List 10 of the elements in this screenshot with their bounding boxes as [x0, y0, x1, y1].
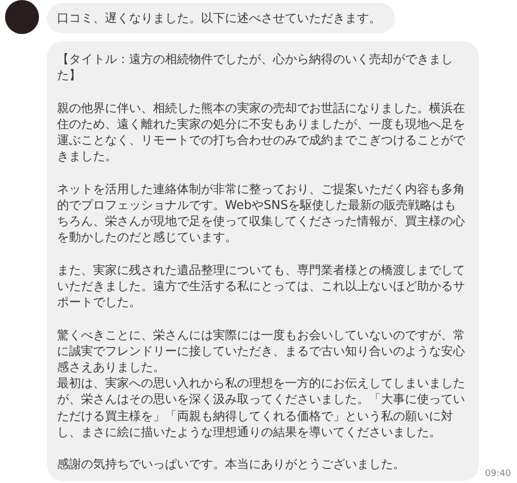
message-text: 【タイトル：遠方の相続物件でしたが、心から納得のいく売却ができました】 — [57, 51, 454, 84]
timestamp: 09:40 — [485, 469, 511, 480]
message-text: 最初は、実家への思い入れから私の理想を一方的にお伝えしてしまいましたが、栄さんはその思いを深く汲み取ってくださいました。「大事に使っていただける買主様を」「両親も納得してくれる価格で」という私の願いに対し、まさに絵に描いたような理想通りの結果を導いてくださいました。 — [57, 375, 466, 440]
message-text: 驚くべきことに、栄さんには実際には一度もお会いしていないのですが、常に誠実でフレンドリーに接していただき、まるで古い知り合いのような安心感さえありました。 — [57, 326, 466, 376]
message-text: 感謝の気持ちでいっぱいです。本当にありがとうございました。 — [57, 456, 406, 472]
message-text: 口コミ、遅くなりました。以下に述べさせていただきます。 — [57, 10, 381, 26]
message-text: また、実家に残された遺品整理についても、専門業者様との橋渡しまでしていただきました。遠方で生活する私にとっては、これ以上ないほど助かるサポートでした。 — [57, 262, 466, 310]
message-text: 親の他界に伴い、相続した熊本の実家の売却でお世話になりました。横浜在住のため、遠く離れた実家の処分に不安もありましたが、一度も現地へ足を運ぶことなく、リモートでの打ち合わせのみで成約までこぎつけることができました。 — [57, 100, 466, 165]
message-text: ネットを活用した連絡体制が非常に整っており、ご提案いただく内容も多角的でプロフェッショナルです。WebやSNSを駆使した最新の販売戦略はもちろん、栄さんが現地で足を使って収集してくださった情報が、買主様の心を動かしたのだと感じています。 — [57, 180, 466, 246]
avatar — [5, 0, 39, 34]
